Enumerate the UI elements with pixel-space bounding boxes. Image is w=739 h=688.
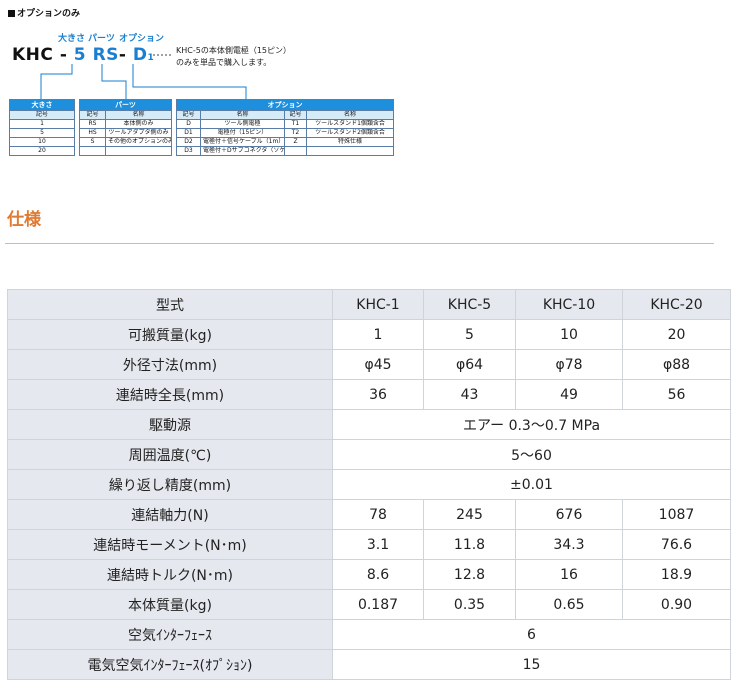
- spec-row: 可搬質量(kg) 1 5 10 20: [7, 319, 731, 350]
- header-model-2: KHC-5: [423, 289, 516, 320]
- spec-value: φ88: [622, 349, 731, 380]
- header-model-3: KHC-10: [515, 289, 623, 320]
- spec-value: 20: [622, 319, 731, 350]
- order-code-diagram: オプションのみ 大きさ パーツ オプション KHC - 5 RS- D1 KHC…: [6, 6, 398, 174]
- spec-row-label: 電気空気ｲﾝﾀｰﾌｪｰｽ(ｵﾌﾟｼｮﾝ): [7, 649, 333, 680]
- spec-row-label: 連結軸力(N): [7, 499, 333, 530]
- section-divider: [5, 243, 714, 244]
- spec-value: 5: [423, 319, 516, 350]
- spec-value: 1087: [622, 499, 731, 530]
- spec-value: 0.90: [622, 589, 731, 620]
- spec-value: φ45: [332, 349, 424, 380]
- spec-row-label: 空気ｲﾝﾀｰﾌｪｰｽ: [7, 619, 333, 650]
- spec-merged-value: 15: [332, 649, 731, 680]
- spec-value: 0.187: [332, 589, 424, 620]
- spec-header-row: 型式 KHC-1 KHC-5 KHC-10 KHC-20: [7, 289, 731, 320]
- header-model-label: 型式: [7, 289, 333, 320]
- spec-value: 56: [622, 379, 731, 410]
- spec-value: 11.8: [423, 529, 516, 560]
- spec-merged-value: 6: [332, 619, 731, 650]
- spec-value: 78: [332, 499, 424, 530]
- spec-row-label: 繰り返し精度(mm): [7, 469, 333, 500]
- spec-value: 0.35: [423, 589, 516, 620]
- header-model-1: KHC-1: [332, 289, 424, 320]
- spec-value: 36: [332, 379, 424, 410]
- spec-row: 空気ｲﾝﾀｰﾌｪｰｽ 6: [7, 619, 731, 650]
- spec-value: 10: [515, 319, 623, 350]
- spec-row-label: 連結時トルク(N･m): [7, 559, 333, 590]
- spec-value: 16: [515, 559, 623, 590]
- spec-row: 外径寸法(mm) φ45 φ64 φ78 φ88: [7, 349, 731, 380]
- option-code-table: オプション 記号 名称 記号 名称 D ツール側電極 T1 ツールスタンド1個類含合 D1 電…: [176, 99, 394, 156]
- spec-merged-value: 5～60: [332, 439, 731, 470]
- spec-value: 18.9: [622, 559, 731, 590]
- section-title: 仕様: [7, 210, 41, 230]
- spec-row-label: 可搬質量(kg): [7, 319, 333, 350]
- spec-row-label: 周囲温度(℃): [7, 439, 333, 470]
- spec-row: 本体質量(kg) 0.187 0.35 0.65 0.90: [7, 589, 731, 620]
- spec-value: 43: [423, 379, 516, 410]
- spec-value: 12.8: [423, 559, 516, 590]
- spec-value: 3.1: [332, 529, 424, 560]
- spec-row: 連結時モーメント(N･m) 3.1 11.8 34.3 76.6: [7, 529, 731, 560]
- spec-value: φ64: [423, 349, 516, 380]
- spec-row: 連結時トルク(N･m) 8.6 12.8 16 18.9: [7, 559, 731, 590]
- spec-row: 連結時全長(mm) 36 43 49 56: [7, 379, 731, 410]
- size-code-table: 大きさ 記号 1 5 10 20: [9, 99, 75, 156]
- spec-value: 245: [423, 499, 516, 530]
- spec-row-label: 本体質量(kg): [7, 589, 333, 620]
- spec-value: 49: [515, 379, 623, 410]
- spec-value: φ78: [515, 349, 623, 380]
- spec-row: 繰り返し精度(mm) ±0.01: [7, 469, 731, 500]
- spec-row-label: 駆動源: [7, 409, 333, 440]
- spec-row-label: 連結時全長(mm): [7, 379, 333, 410]
- spec-value: 34.3: [515, 529, 623, 560]
- spec-table: 型式 KHC-1 KHC-5 KHC-10 KHC-20 可搬質量(kg) 1 5 10 20 外径…: [7, 289, 731, 680]
- spec-value: 0.65: [515, 589, 623, 620]
- spec-value: 676: [515, 499, 623, 530]
- spec-value: 8.6: [332, 559, 424, 590]
- spec-row-label: 外径寸法(mm): [7, 349, 333, 380]
- header-model-4: KHC-20: [622, 289, 731, 320]
- spec-row: 連結軸力(N) 78 245 676 1087: [7, 499, 731, 530]
- parts-code-table: パーツ 記号 名称 RS 本体側のみ HS ツールアダプタ側のみ S その他のオプション…: [79, 99, 172, 156]
- spec-row-label: 連結時モーメント(N･m): [7, 529, 333, 560]
- spec-merged-value: ±0.01: [332, 469, 731, 500]
- spec-row: 電気空気ｲﾝﾀｰﾌｪｰｽ(ｵﾌﾟｼｮﾝ) 15: [7, 649, 731, 680]
- spec-value: 1: [332, 319, 424, 350]
- spec-table-body: 型式 KHC-1 KHC-5 KHC-10 KHC-20 可搬質量(kg) 1 5 10 20 外径…: [7, 289, 731, 680]
- spec-row: 周囲温度(℃) 5～60: [7, 439, 731, 470]
- spec-value: 76.6: [622, 529, 731, 560]
- spec-merged-value: エアー 0.3～0.7 MPa: [332, 409, 731, 440]
- spec-row: 駆動源 エアー 0.3～0.7 MPa: [7, 409, 731, 440]
